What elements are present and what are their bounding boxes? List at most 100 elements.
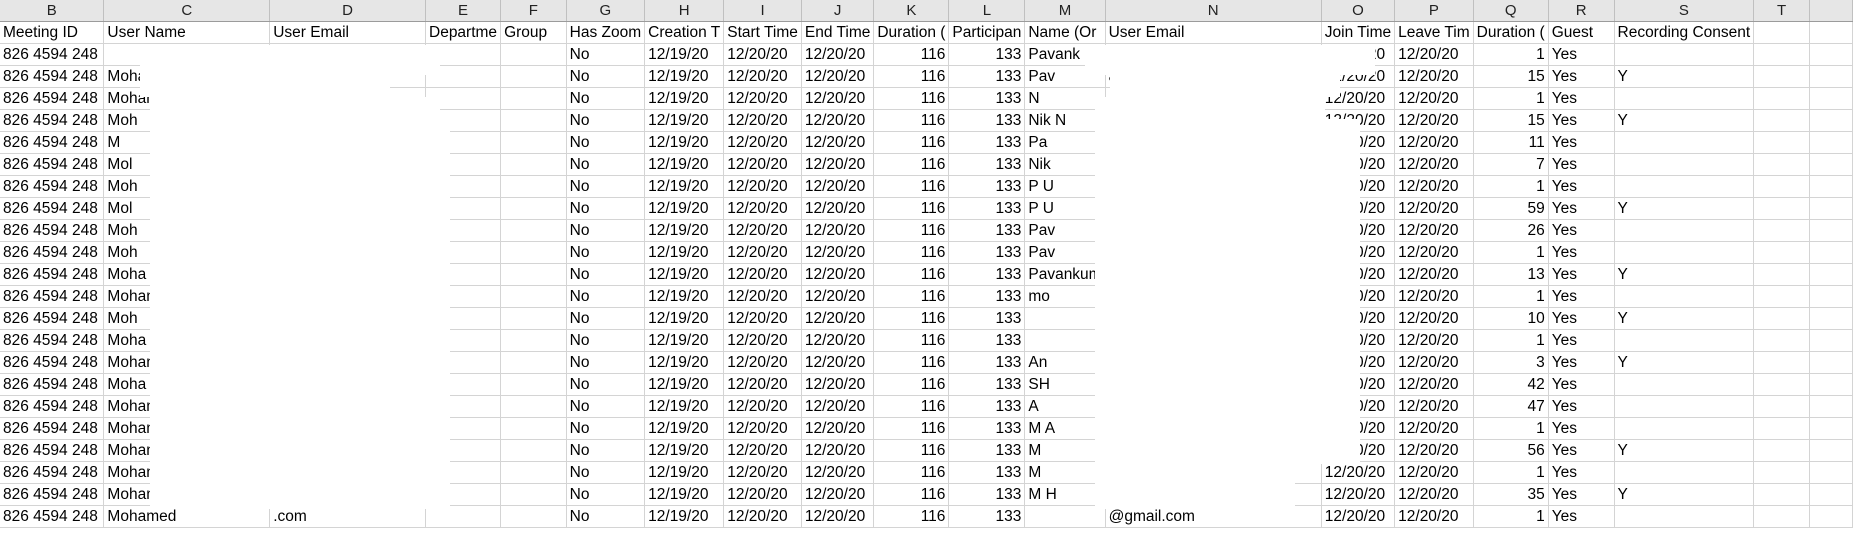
cell[interactable]: 12/20/20 [1394, 109, 1474, 132]
cell[interactable]: No [566, 65, 646, 88]
cell[interactable] [1614, 461, 1755, 484]
column-letter[interactable]: D [269, 0, 426, 22]
cell[interactable]: No [566, 263, 646, 286]
cell[interactable]: No [566, 109, 646, 132]
cell[interactable] [500, 329, 567, 352]
cell[interactable]: 826 4594 248 [0, 505, 105, 528]
header-cell[interactable]: Join Time [1321, 21, 1396, 44]
cell[interactable] [1809, 109, 1853, 132]
cell[interactable]: 15 [1473, 109, 1549, 132]
cell[interactable]: 116 [873, 329, 950, 352]
cell[interactable]: 12/19/20 [644, 43, 725, 66]
cell[interactable]: 12/20/20 [801, 461, 875, 484]
cell[interactable]: 12/19/20 [644, 219, 725, 242]
cell[interactable]: 12/19/20 [644, 285, 725, 308]
cell[interactable]: 10 [1473, 307, 1549, 330]
cell[interactable]: 133 [948, 263, 1026, 286]
cell[interactable] [500, 307, 567, 330]
cell[interactable] [1753, 241, 1810, 264]
cell[interactable]: Y [1614, 65, 1755, 88]
cell[interactable]: 3 [1473, 351, 1549, 374]
cell[interactable]: SH [1024, 373, 1106, 396]
cell[interactable] [1753, 307, 1810, 330]
cell[interactable]: 826 4594 248 [0, 373, 105, 396]
cell[interactable]: No [566, 505, 646, 528]
cell[interactable]: Yes [1548, 109, 1615, 132]
cell[interactable]: 133 [948, 241, 1026, 264]
cell[interactable]: 12/20/20 [1394, 153, 1474, 176]
cell[interactable]: 12/20/20 [1394, 175, 1474, 198]
cell[interactable]: 12/20/20 [1394, 285, 1474, 308]
cell[interactable]: 12/20/20 [801, 241, 875, 264]
cell[interactable]: No [566, 461, 646, 484]
cell[interactable]: 12/20/20 [1394, 351, 1474, 374]
cell[interactable]: No [566, 329, 646, 352]
cell[interactable]: 12/20/20 [723, 461, 802, 484]
cell[interactable]: Yes [1548, 43, 1615, 66]
cell[interactable]: 12/20/20 [723, 351, 802, 374]
cell[interactable] [1024, 329, 1106, 352]
cell[interactable]: 116 [873, 197, 950, 220]
cell[interactable] [500, 395, 567, 418]
cell[interactable] [500, 439, 567, 462]
cell[interactable] [1809, 329, 1853, 352]
cell[interactable]: 1 [1473, 461, 1549, 484]
cell[interactable]: Yes [1548, 439, 1615, 462]
cell[interactable]: M [1024, 439, 1106, 462]
column-letter[interactable]: O [1321, 0, 1396, 22]
cell[interactable] [500, 219, 567, 242]
column-letter[interactable] [1809, 0, 1853, 22]
cell[interactable]: 35 [1473, 483, 1549, 506]
cell[interactable]: 12/20/20 [801, 87, 875, 110]
cell[interactable]: 12/20/20 [1394, 461, 1474, 484]
header-cell[interactable]: Name (Or [1024, 21, 1106, 44]
cell[interactable] [1809, 417, 1853, 440]
cell[interactable]: 12/20/20 [1394, 219, 1474, 242]
cell[interactable]: 133 [948, 373, 1026, 396]
cell[interactable]: 133 [948, 483, 1026, 506]
cell[interactable]: No [566, 307, 646, 330]
cell[interactable]: 116 [873, 351, 950, 374]
cell[interactable] [500, 43, 567, 66]
cell[interactable]: 1 [1473, 417, 1549, 440]
column-letter[interactable]: S [1614, 0, 1755, 22]
cell[interactable]: Y [1614, 197, 1755, 220]
cell[interactable]: Y [1614, 351, 1755, 374]
cell[interactable] [1614, 87, 1755, 110]
cell[interactable]: 826 4594 248 [0, 175, 105, 198]
column-letter[interactable]: I [723, 0, 802, 22]
cell[interactable]: 13 [1473, 263, 1549, 286]
cell[interactable]: Yes [1548, 351, 1615, 374]
cell[interactable]: 12/20/20 [801, 175, 875, 198]
cell[interactable]: Yes [1548, 329, 1615, 352]
cell[interactable]: 12/19/20 [644, 87, 725, 110]
cell[interactable]: 12/19/20 [644, 417, 725, 440]
cell[interactable]: 12/20/20 [723, 197, 802, 220]
cell[interactable]: 116 [873, 109, 950, 132]
header-cell[interactable]: Leave Tim [1394, 21, 1474, 44]
cell[interactable] [1753, 505, 1810, 528]
cell[interactable] [1753, 87, 1810, 110]
cell[interactable]: 12/20/20 [1321, 461, 1396, 484]
cell[interactable] [1809, 241, 1853, 264]
cell[interactable]: Yes [1548, 263, 1615, 286]
cell[interactable]: 12/20/20 [1394, 505, 1474, 528]
cell[interactable]: 133 [948, 351, 1026, 374]
cell[interactable]: 133 [948, 197, 1026, 220]
cell[interactable]: P U [1024, 175, 1106, 198]
cell[interactable]: No [566, 285, 646, 308]
cell[interactable]: Yes [1548, 153, 1615, 176]
header-cell[interactable]: End Time [801, 21, 875, 44]
cell[interactable]: 42 [1473, 373, 1549, 396]
cell[interactable]: Y [1614, 439, 1755, 462]
cell[interactable]: No [566, 43, 646, 66]
header-cell[interactable]: Duration ( [873, 21, 950, 44]
cell[interactable]: 12/20/20 [723, 153, 802, 176]
cell[interactable]: 12/20/20 [801, 263, 875, 286]
cell[interactable] [1809, 307, 1853, 330]
header-cell[interactable]: Meeting ID [0, 21, 105, 44]
cell[interactable] [500, 65, 567, 88]
cell[interactable] [1809, 505, 1853, 528]
cell[interactable]: Pavankum [1024, 263, 1106, 286]
cell[interactable]: 12/20/20 [1394, 373, 1474, 396]
